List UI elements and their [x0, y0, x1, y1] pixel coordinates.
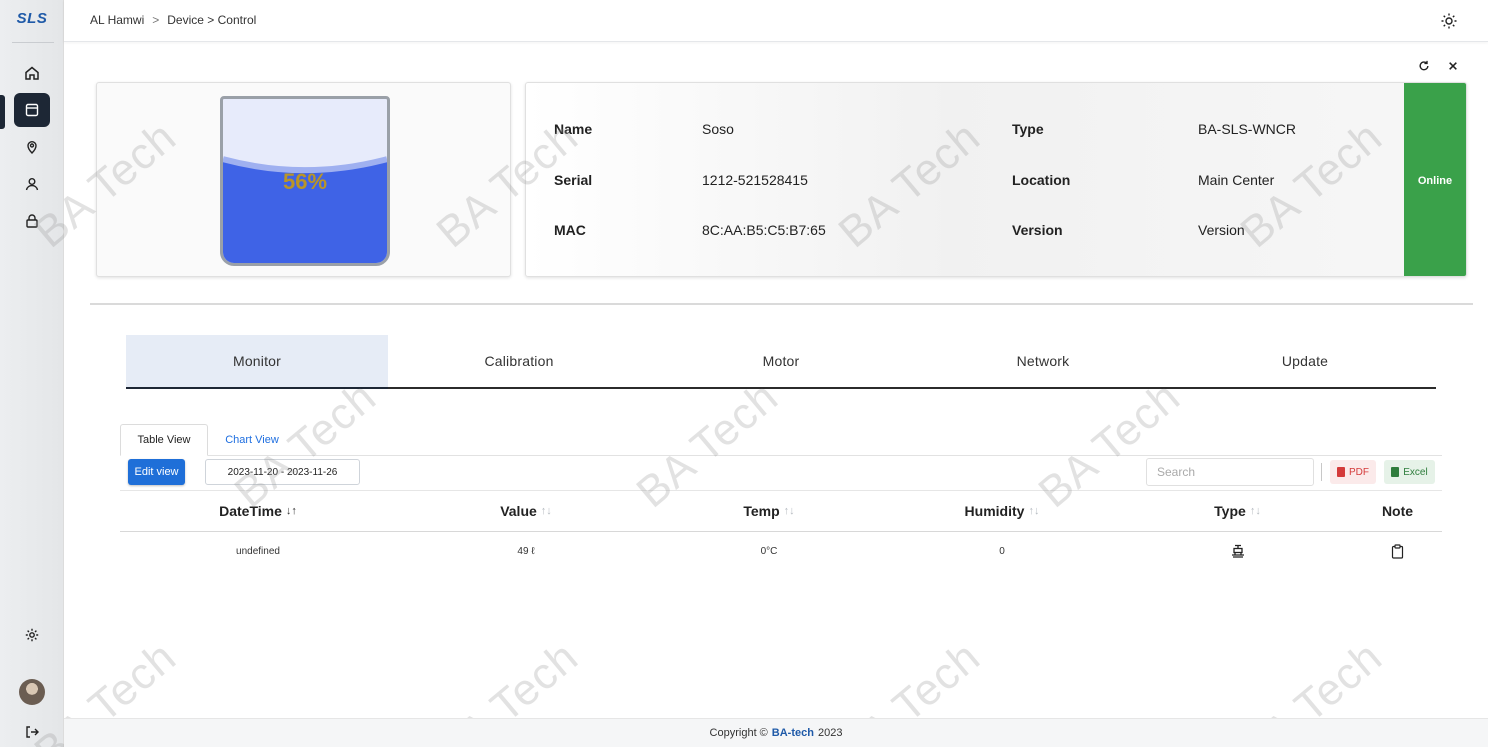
control-tabs: Monitor Calibration Motor Network Update [126, 335, 1436, 389]
cell-temp: 0°C [760, 545, 778, 557]
serial-value: 1212-521528415 [702, 172, 808, 188]
sort-icon[interactable]: ↑↓ [784, 505, 795, 517]
location-value: Main Center [1198, 172, 1275, 188]
tank-level-card: 56% [96, 82, 511, 277]
breadcrumb: AL Hamwi > Device > Control [90, 13, 256, 27]
pdf-file-icon [1337, 467, 1345, 477]
search-input[interactable] [1146, 458, 1314, 486]
tank-level-percent: 56% [282, 169, 328, 194]
toolbar-separator [1321, 463, 1322, 481]
export-pdf-button[interactable]: PDF [1330, 460, 1376, 484]
tab-monitor[interactable]: Monitor [126, 335, 388, 389]
column-type-label: Type [1214, 503, 1246, 519]
export-pdf-label: PDF [1349, 466, 1369, 478]
column-humidity-label: Humidity [964, 503, 1025, 519]
column-value-label: Value [500, 503, 537, 519]
excel-file-icon [1391, 467, 1400, 477]
logout-icon[interactable] [14, 715, 50, 747]
app-logo[interactable]: SLS [0, 10, 64, 27]
subtab-table-view[interactable]: Table View [120, 424, 208, 456]
name-label: Name [554, 121, 593, 137]
settings-gear-icon[interactable] [14, 618, 50, 652]
mac-value: 8C:AA:B5:C5:B7:65 [702, 222, 826, 238]
close-icon[interactable] [1445, 58, 1461, 74]
breadcrumb-user[interactable]: AL Hamwi [90, 13, 144, 27]
export-excel-button[interactable]: Excel [1384, 460, 1435, 484]
cell-value: 49 ℓ [517, 545, 535, 557]
tab-calibration[interactable]: Calibration [388, 335, 650, 387]
type-label: Type [1012, 121, 1044, 137]
column-datetime[interactable]: DateTime ↓↑ [120, 491, 396, 531]
refresh-icon[interactable] [1416, 58, 1432, 74]
footer-copyright: Copyright © [709, 727, 768, 739]
sort-icon[interactable]: ↑↓ [1028, 505, 1039, 517]
column-humidity[interactable]: Humidity ↑↓ [882, 491, 1122, 531]
footer: Copyright © BA-tech 2023 [64, 718, 1488, 747]
breadcrumb-path[interactable]: Device > Control [167, 13, 256, 27]
active-nav-marker [0, 95, 5, 129]
version-value: Version [1198, 222, 1245, 238]
status-badge: Online [1404, 83, 1466, 276]
column-datetime-label: DateTime [219, 503, 282, 519]
subtab-chart-view[interactable]: Chart View [216, 424, 288, 456]
breadcrumb-separator: > [152, 13, 160, 27]
device-info-card: Name Soso Serial 1212-521528415 MAC 8C:A… [525, 82, 1467, 277]
footer-year: 2023 [817, 727, 843, 739]
location-pin-icon[interactable] [14, 130, 50, 164]
column-temp-label: Temp [743, 503, 780, 519]
sort-icon[interactable]: ↑↓ [541, 505, 552, 517]
column-note: Note [1353, 491, 1442, 531]
sidebar: SLS [0, 0, 64, 747]
export-excel-label: Excel [1403, 466, 1428, 478]
tab-update[interactable]: Update [1174, 335, 1436, 387]
top-bar: AL Hamwi > Device > Control [64, 0, 1488, 42]
section-divider [90, 303, 1473, 305]
table-row: undefined 49 ℓ 0°C 0 [120, 532, 1442, 570]
pump-icon [1231, 544, 1244, 558]
mac-label: MAC [554, 222, 586, 238]
column-value[interactable]: Value ↑↓ [396, 491, 656, 531]
edit-view-button[interactable]: Edit view [128, 459, 185, 485]
sort-icon[interactable]: ↑↓ [1250, 505, 1261, 517]
type-value: BA-SLS-WNCR [1198, 121, 1297, 137]
version-label: Version [1012, 222, 1063, 238]
user-avatar[interactable] [19, 679, 45, 705]
cell-type [1122, 532, 1353, 570]
clipboard-icon[interactable] [1391, 543, 1404, 559]
column-temp[interactable]: Temp ↑↓ [656, 491, 882, 531]
user-icon[interactable] [14, 167, 50, 201]
date-range-picker[interactable]: 2023-11-20 - 2023-11-26 [205, 459, 360, 485]
location-label: Location [1012, 172, 1071, 188]
cell-note [1353, 532, 1442, 570]
cell-datetime: undefined [236, 545, 280, 557]
tab-network[interactable]: Network [912, 335, 1174, 387]
cell-humidity: 0 [999, 545, 1005, 557]
serial-label: Serial [554, 172, 593, 188]
device-icon[interactable] [14, 93, 50, 127]
tab-motor[interactable]: Motor [650, 335, 912, 387]
logo-divider [12, 42, 54, 43]
footer-brand-link[interactable]: BA-tech [772, 727, 814, 739]
column-type[interactable]: Type ↑↓ [1122, 491, 1353, 531]
lock-icon[interactable] [14, 204, 50, 238]
tank-gauge: 56% [220, 96, 390, 266]
sort-icon[interactable]: ↓↑ [286, 505, 297, 517]
column-note-label: Note [1381, 503, 1414, 519]
readings-table: DateTime ↓↑ Value ↑↓ Temp ↑↓ Humidity ↑↓ Typ… [120, 490, 1442, 570]
subtab-divider [120, 455, 1442, 456]
home-icon[interactable] [14, 56, 50, 90]
table-header: DateTime ↓↑ Value ↑↓ Temp ↑↓ Humidity ↑↓ Typ… [120, 490, 1442, 532]
name-value: Soso [702, 121, 734, 137]
theme-sun-icon[interactable] [1440, 12, 1458, 30]
